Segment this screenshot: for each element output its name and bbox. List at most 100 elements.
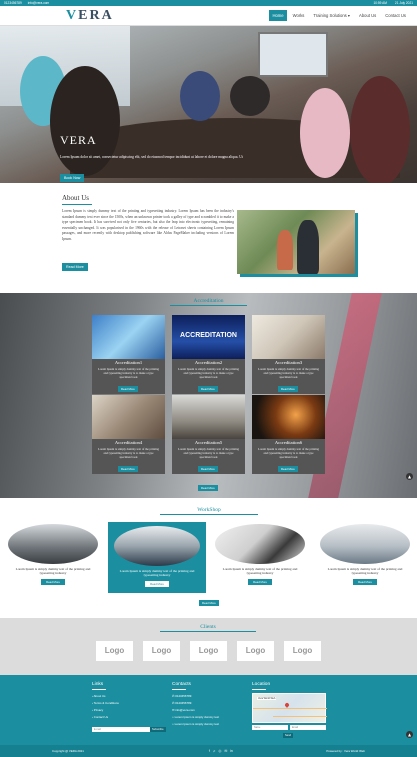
workshop-image — [215, 524, 305, 564]
workshop-image — [320, 524, 410, 564]
subscribe-button[interactable]: Subscribe — [150, 727, 166, 732]
workshop-more-button[interactable]: Read More — [199, 600, 219, 606]
accreditation-underline — [170, 305, 247, 306]
workshop-item: Lorem Ipsum is simply dummy text of the … — [320, 524, 410, 585]
about-image — [237, 210, 355, 274]
accreditation-read-more-button[interactable]: Read More — [278, 386, 298, 392]
hero-title: VERA — [60, 133, 97, 147]
accreditation-image: ACCREDITATION — [172, 315, 245, 359]
contact-email-input[interactable]: Email — [290, 725, 326, 730]
map-road — [273, 716, 327, 717]
footer-location-heading: Location — [252, 682, 271, 687]
accreditation-title: Accreditation1 — [114, 360, 143, 365]
workshop-read-more-button[interactable]: Read More — [145, 580, 169, 587]
linkedin-icon[interactable]: in — [230, 749, 233, 753]
workshop-heading: WorkShop — [197, 507, 221, 513]
hero-person — [350, 76, 410, 183]
contact-address-2: ⌂ Lorem Ipsum is simply dummy text — [172, 722, 220, 726]
hero-person — [230, 76, 270, 116]
clients-heading: Clients — [200, 624, 216, 630]
nav-about-us[interactable]: About Us — [356, 10, 379, 21]
footer: Links › About Us › Terms & Conditions › … — [0, 675, 417, 745]
about-figure — [297, 220, 319, 274]
accreditation-title: Accreditation6 — [274, 440, 303, 445]
workshop-item: Lorem Ipsum is simply dummy text of the … — [8, 524, 98, 585]
social-links: f ♫ ◎ ✉ in — [209, 749, 233, 753]
accreditation-section: Accreditation Accreditation1 Lorem Ipsum… — [0, 293, 417, 498]
location-map[interactable]: Vera World Web — [252, 693, 327, 723]
accreditation-image — [92, 315, 165, 359]
about-read-more-button[interactable]: Read More — [62, 263, 88, 271]
site-logo[interactable]: VERA — [66, 8, 114, 24]
workshop-desc: Lorem Ipsum is simply dummy text of the … — [15, 567, 91, 576]
scroll-up-icon[interactable]: ▲ — [406, 473, 413, 480]
music-icon[interactable]: ♫ — [213, 749, 216, 753]
client-logo: Logo — [96, 641, 133, 661]
accreditation-desc: Lorem Ipsum is simply dummy text of the … — [178, 367, 239, 380]
footer-contacts-heading: Contacts — [172, 682, 191, 687]
workshop-read-more-button[interactable]: Read More — [41, 578, 65, 585]
about-heading: About Us — [62, 194, 90, 202]
accreditation-card: Accreditation1 Lorem Ipsum is simply dum… — [92, 315, 165, 394]
workshop-desc: Lorem Ipsum is simply dummy text of the … — [119, 569, 195, 578]
accreditation-read-more-button[interactable]: Read More — [118, 466, 138, 472]
contact-phone: ✆ 0123456789 — [172, 694, 192, 698]
accreditation-title: Accreditation4 — [114, 440, 143, 445]
book-now-button[interactable]: Book Now — [60, 174, 85, 182]
accreditation-desc: Lorem Ipsum is simply dummy text of the … — [98, 447, 159, 460]
instagram-icon[interactable]: ◎ — [218, 749, 221, 753]
accreditation-desc: Lorem Ipsum is simply dummy text of the … — [178, 447, 239, 460]
footer-links-heading: Links — [92, 682, 104, 687]
footer-link-contact[interactable]: › Contact Us — [92, 715, 108, 719]
newsletter-email-input[interactable]: E-mail — [92, 727, 150, 732]
workshop-read-more-button[interactable]: Read More — [353, 578, 377, 585]
contact-name-input[interactable]: Name — [252, 725, 288, 730]
accreditation-read-more-button[interactable]: Read More — [198, 466, 218, 472]
mail-icon[interactable]: ✉ — [224, 749, 227, 753]
time-text: 10:59 AM — [373, 1, 387, 5]
about-section: About Us Lorem Ipsum is simply dummy tex… — [0, 183, 417, 293]
workshop-desc: Lorem Ipsum is simply dummy text of the … — [222, 567, 298, 576]
map-place-label: Vera World Web — [257, 697, 277, 700]
nav-training-solutions[interactable]: Training Solutions ▾ — [310, 10, 353, 21]
accreditation-card: ACCREDITATION Accreditation2 Lorem Ipsum… — [172, 315, 245, 394]
accreditation-title: Accreditation2 — [194, 360, 223, 365]
client-logo: Logo — [143, 641, 180, 661]
send-button[interactable]: Send — [283, 733, 294, 738]
client-logo: Logo — [237, 641, 274, 661]
client-logo: Logo — [190, 641, 227, 661]
facebook-icon[interactable]: f — [209, 749, 210, 753]
date-text: 21 July 2021 — [394, 1, 413, 5]
accreditation-image — [172, 395, 245, 439]
hero-text: Lorem Ipsum dolor sit amet, consectetur … — [60, 155, 243, 159]
nav-contact-us[interactable]: Contact Us — [382, 10, 409, 21]
about-figure — [277, 230, 293, 270]
map-pin-icon — [284, 702, 290, 708]
accreditation-more-button[interactable]: Read More — [198, 485, 218, 491]
hero-slider: VERA Lorem Ipsum dolor sit amet, consect… — [0, 26, 417, 183]
workshop-underline — [160, 514, 258, 515]
workshop-read-more-button[interactable]: Read More — [248, 578, 272, 585]
workshop-section: WorkShop Lorem Ipsum is simply dummy tex… — [0, 498, 417, 618]
footer-link-terms[interactable]: › Terms & Conditions — [92, 701, 119, 705]
accreditation-card: Accreditation6 Lorem Ipsum is simply dum… — [252, 395, 325, 474]
accreditation-image — [92, 395, 165, 439]
accreditation-read-more-button[interactable]: Read More — [278, 466, 298, 472]
scroll-up-icon[interactable]: ▲ — [406, 731, 413, 738]
nav-home[interactable]: Home — [269, 10, 287, 21]
contact-address: ⌂ Lorem Ipsum is simply dummy text — [172, 715, 220, 719]
accreditation-desc: Lorem Ipsum is simply dummy text of the … — [258, 447, 319, 460]
footer-link-privacy[interactable]: › Privacy — [92, 708, 103, 712]
contact-email: ✉ info@vera.com — [172, 708, 195, 712]
hero-wall-screen — [258, 32, 328, 77]
copyright-text: Copyright @ VERA 2021 — [52, 749, 84, 753]
accreditation-title: Accreditation3 — [274, 360, 303, 365]
hero-person — [300, 88, 350, 178]
map-road — [253, 708, 327, 709]
accreditation-read-more-button[interactable]: Read More — [118, 386, 138, 392]
nav-works[interactable]: Works — [290, 10, 308, 21]
accreditation-read-more-button[interactable]: Read More — [198, 386, 218, 392]
accreditation-card: Accreditation4 Lorem Ipsum is simply dum… — [92, 395, 165, 474]
footer-link-about[interactable]: › About Us — [92, 694, 106, 698]
navbar: VERA Home Works Training Solutions ▾ Abo… — [0, 6, 417, 26]
